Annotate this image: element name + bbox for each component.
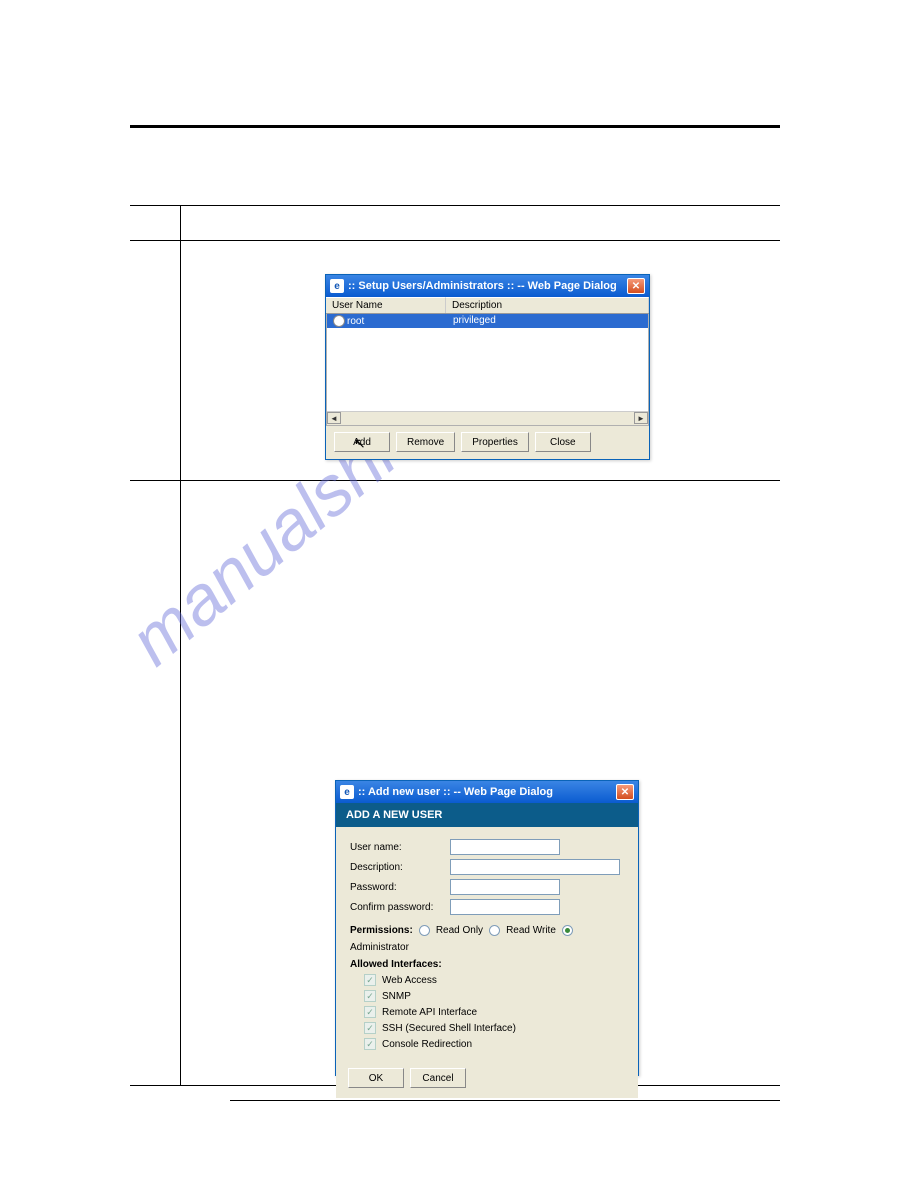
username-label: User name: [350, 842, 450, 853]
properties-button[interactable]: Properties [461, 432, 529, 452]
description-label: Description: [350, 862, 450, 873]
scroll-right-icon[interactable]: ► [634, 412, 648, 424]
dialog-button-row: Add Remove Properties Close [326, 426, 649, 458]
allowed-interfaces-list: ✓ Web Access ✓ SNMP ✓ Remote API Interfa… [350, 970, 624, 1050]
confirm-password-input[interactable] [450, 899, 560, 915]
close-button[interactable]: Close [535, 432, 591, 452]
close-icon[interactable]: ✕ [616, 784, 634, 800]
cell-username: root [347, 316, 364, 327]
table-row-divider [130, 240, 780, 241]
allowed-interfaces-label: Allowed Interfaces: [350, 959, 624, 970]
password-input[interactable] [450, 879, 560, 895]
user-icon [333, 315, 345, 327]
close-icon[interactable]: ✕ [627, 278, 645, 294]
administrator-radio[interactable] [562, 925, 573, 936]
user-list[interactable]: root privileged ◄ ► [326, 314, 649, 426]
list-item: ✓ SNMP [364, 990, 624, 1002]
web-access-label: Web Access [382, 975, 437, 986]
readwrite-label: Read Write [506, 925, 556, 936]
ssh-label: SSH (Secured Shell Interface) [382, 1023, 516, 1034]
user-list-header: User Name Description [326, 297, 649, 314]
password-label: Password: [350, 882, 450, 893]
scroll-left-icon[interactable]: ◄ [327, 412, 341, 424]
list-item: ✓ Web Access [364, 974, 624, 986]
remote-api-checkbox[interactable]: ✓ [364, 1006, 376, 1018]
console-redirection-checkbox[interactable]: ✓ [364, 1038, 376, 1050]
column-header-description[interactable]: Description [446, 297, 649, 313]
setup-users-dialog: e :: Setup Users/Administrators :: -- We… [325, 274, 650, 460]
dialog-subheader: ADD A NEW USER [336, 803, 638, 827]
ssh-checkbox[interactable]: ✓ [364, 1022, 376, 1034]
permissions-label: Permissions: [350, 925, 413, 936]
dialog-titlebar: e :: Add new user :: -- Web Page Dialog … [336, 781, 638, 803]
readonly-radio[interactable] [419, 925, 430, 936]
column-header-username[interactable]: User Name [326, 297, 446, 313]
cursor-icon: ↖ [354, 435, 366, 452]
web-access-checkbox[interactable]: ✓ [364, 974, 376, 986]
list-item: ✓ Remote API Interface [364, 1006, 624, 1018]
ie-icon: e [340, 785, 354, 799]
remote-api-label: Remote API Interface [382, 1007, 477, 1018]
page-bottom-rule [230, 1100, 780, 1101]
readonly-label: Read Only [436, 925, 483, 936]
list-item[interactable]: root privileged [327, 314, 648, 328]
dialog-titlebar: e :: Setup Users/Administrators :: -- We… [326, 275, 649, 297]
list-item: ✓ SSH (Secured Shell Interface) [364, 1022, 624, 1034]
snmp-label: SNMP [382, 991, 411, 1002]
ok-button[interactable]: OK [348, 1068, 404, 1088]
remove-button[interactable]: Remove [396, 432, 455, 452]
cell-description: privileged [447, 314, 648, 328]
add-user-form: User name: Description: Password: Confir… [336, 827, 638, 1062]
username-input[interactable] [450, 839, 560, 855]
table-column-divider [180, 205, 181, 1085]
page-top-rule [130, 125, 780, 128]
administrator-label: Administrator [350, 942, 409, 953]
ie-icon: e [330, 279, 344, 293]
list-item: ✓ Console Redirection [364, 1038, 624, 1050]
table-row-divider [130, 480, 780, 481]
console-redirection-label: Console Redirection [382, 1039, 472, 1050]
confirm-password-label: Confirm password: [350, 902, 450, 913]
dialog-title: :: Add new user :: -- Web Page Dialog [358, 786, 553, 798]
dialog-title: :: Setup Users/Administrators :: -- Web … [348, 280, 617, 292]
description-input[interactable] [450, 859, 620, 875]
table-row-divider [130, 205, 780, 206]
add-user-dialog: e :: Add new user :: -- Web Page Dialog … [335, 780, 639, 1076]
readwrite-radio[interactable] [489, 925, 500, 936]
horizontal-scrollbar[interactable]: ◄ ► [327, 411, 648, 425]
cancel-button[interactable]: Cancel [410, 1068, 466, 1088]
dialog-button-row: OK Cancel [336, 1062, 638, 1098]
snmp-checkbox[interactable]: ✓ [364, 990, 376, 1002]
